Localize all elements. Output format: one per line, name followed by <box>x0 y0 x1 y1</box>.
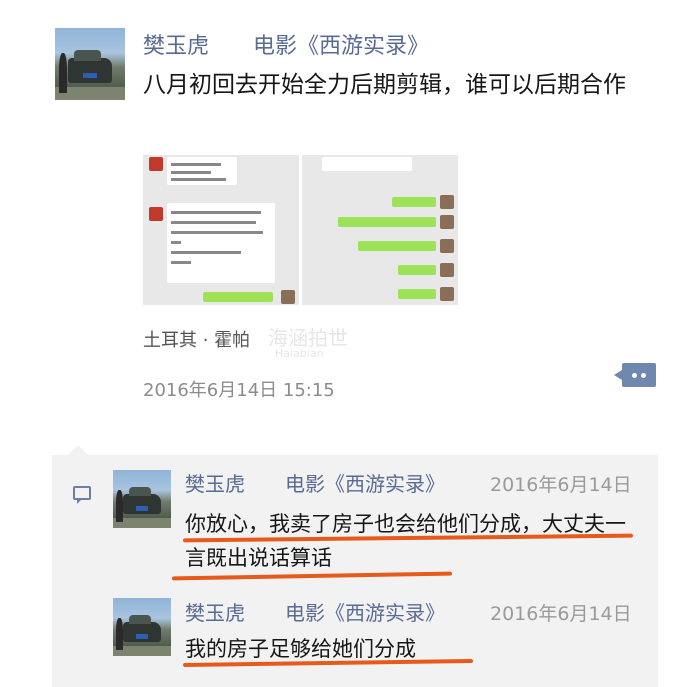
more-dots-icon-2 <box>641 373 646 378</box>
more-dots-icon <box>632 373 637 378</box>
post-location[interactable]: 土耳其 · 霍帕 <box>143 326 250 352</box>
post-timestamp: 2016年6月14日 15:15 <box>143 380 335 401</box>
comment-date: 2016年6月14日 <box>490 474 632 496</box>
comment-author-name[interactable]: 樊玉虎 电影《西游实录》 <box>185 597 445 626</box>
post-image-2[interactable] <box>302 155 458 305</box>
author-avatar[interactable] <box>55 28 125 100</box>
post-body-text: 八月初回去开始全力后期剪辑，谁可以后期合作 <box>143 72 626 98</box>
watermark-sub: Haiabian <box>275 347 324 360</box>
comment-avatar[interactable] <box>113 598 171 656</box>
comment-avatar[interactable] <box>113 470 171 528</box>
comment-author-name[interactable]: 樊玉虎 电影《西游实录》 <box>185 468 445 497</box>
post-author-name[interactable]: 樊玉虎 电影《西游实录》 <box>143 28 429 60</box>
comment-icon <box>73 486 91 504</box>
comment-date: 2016年6月14日 <box>490 603 632 625</box>
more-actions-button[interactable] <box>614 363 656 387</box>
post-image-1[interactable] <box>143 155 299 305</box>
